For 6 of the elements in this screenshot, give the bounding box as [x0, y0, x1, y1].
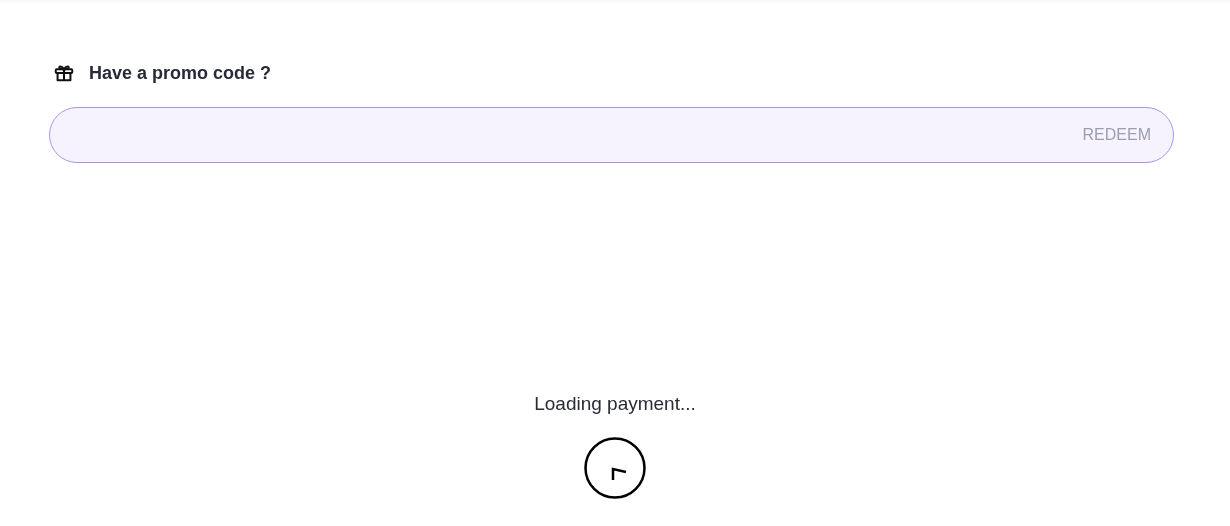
- promo-title: Have a promo code ?: [89, 62, 272, 84]
- gift-icon: [53, 62, 75, 84]
- loading-text: Loading payment...: [534, 393, 696, 415]
- clock-icon: [584, 437, 646, 499]
- promo-code-field[interactable]: REDEEM: [49, 107, 1174, 163]
- redeem-button[interactable]: REDEEM: [1082, 126, 1151, 144]
